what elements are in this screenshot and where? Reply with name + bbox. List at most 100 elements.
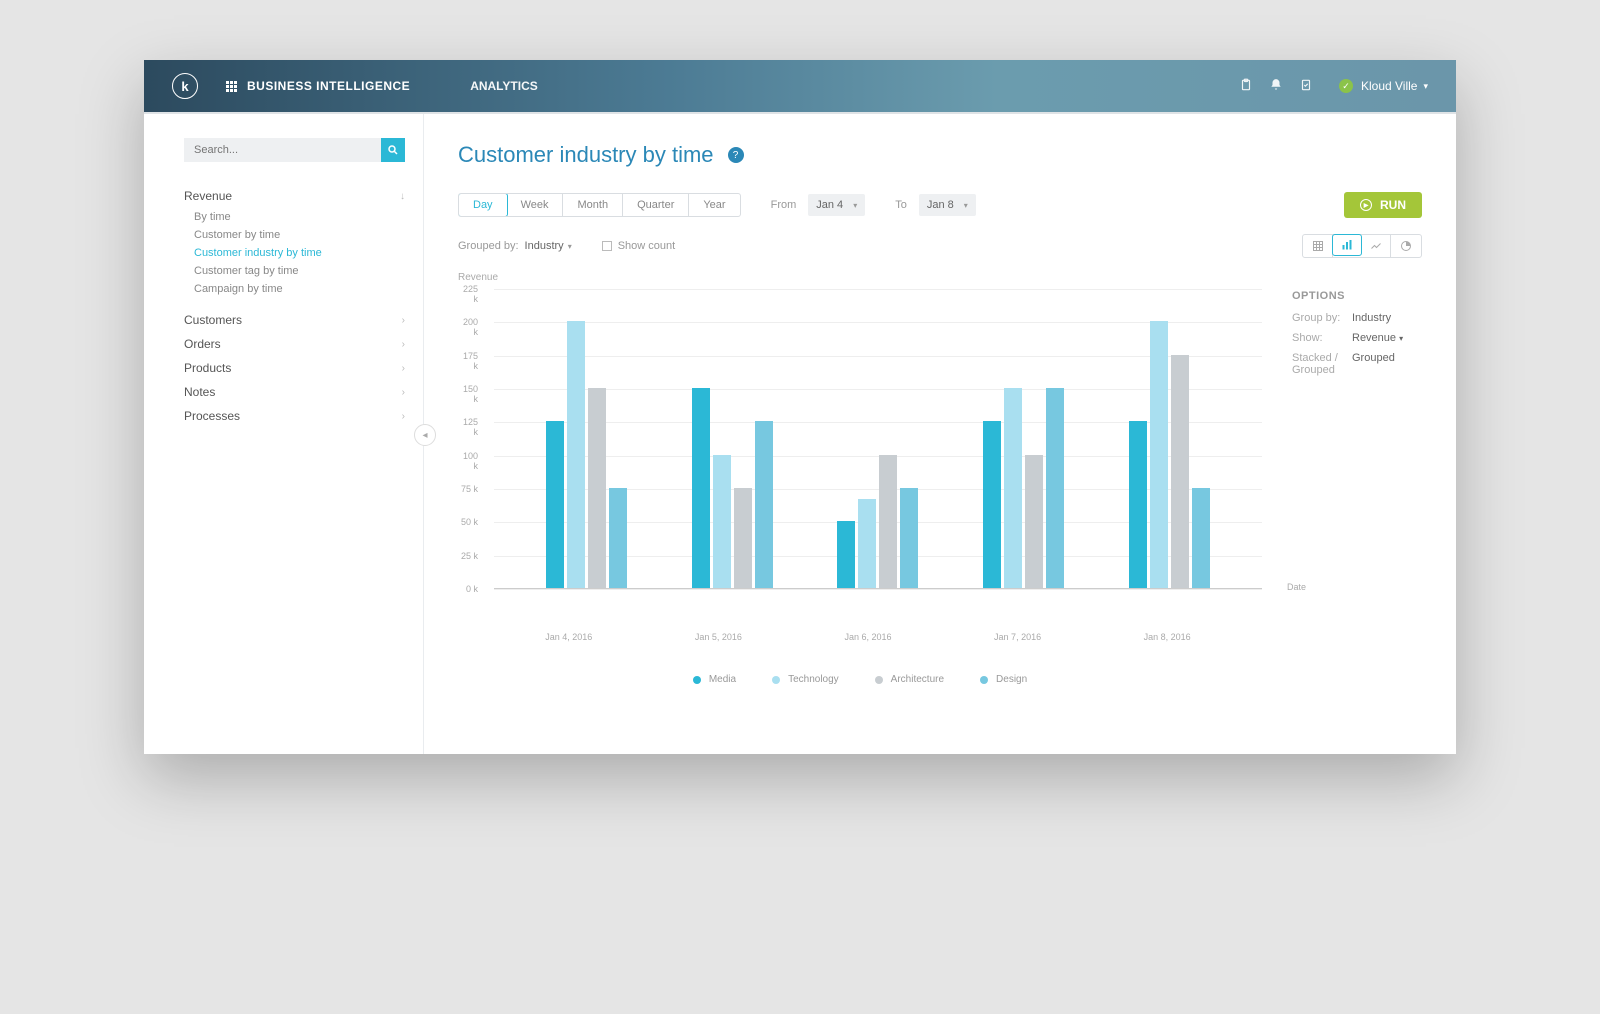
run-button[interactable]: ▶ RUN	[1344, 192, 1422, 218]
to-date-value: Jan 8	[927, 199, 954, 211]
bar[interactable]	[1025, 455, 1043, 588]
apps-grid-icon[interactable]	[226, 81, 237, 92]
view-bar-icon[interactable]	[1332, 234, 1362, 256]
bar[interactable]	[692, 388, 710, 588]
option-row: Group by:Industry	[1292, 312, 1422, 324]
period-month[interactable]: Month	[563, 194, 623, 216]
bar[interactable]	[1046, 388, 1064, 588]
nav-item[interactable]: Customer tag by time	[194, 262, 405, 280]
bar[interactable]	[588, 388, 606, 588]
bell-icon[interactable]	[1269, 78, 1283, 95]
option-key: Group by:	[1292, 312, 1352, 324]
legend-item[interactable]: Design	[980, 674, 1027, 685]
bar[interactable]	[837, 521, 855, 588]
play-icon: ▶	[1360, 199, 1372, 211]
sidebar: Revenue↓By timeCustomer by timeCustomer …	[144, 114, 424, 754]
nav-category-revenue[interactable]: Revenue↓	[184, 184, 405, 208]
plot: Date	[494, 289, 1262, 589]
nav-category-products[interactable]: Products›	[184, 356, 405, 380]
grouped-by-label: Grouped by:	[458, 240, 519, 252]
y-tick-label: 225 k	[458, 284, 478, 304]
option-value: Industry	[1352, 312, 1391, 324]
bar-group	[692, 388, 773, 588]
nav-item[interactable]: Campaign by time	[194, 280, 405, 298]
bar[interactable]	[546, 421, 564, 588]
nav-category-customers[interactable]: Customers›	[184, 308, 405, 332]
bar[interactable]	[1192, 488, 1210, 588]
app-name: BUSINESS INTELLIGENCE	[247, 79, 410, 93]
y-tick-label: 150 k	[458, 384, 478, 404]
nav-item[interactable]: Customer industry by time	[194, 244, 405, 262]
legend-swatch	[693, 676, 701, 684]
period-quarter[interactable]: Quarter	[623, 194, 689, 216]
main-content: Customer industry by time ? DayWeekMonth…	[424, 114, 1456, 754]
x-axis: Jan 4, 2016 Jan 5, 2016 Jan 6, 2016 Jan 7, …	[458, 622, 1262, 642]
bar-group	[837, 455, 918, 588]
legend-swatch	[772, 676, 780, 684]
show-count-label: Show count	[618, 240, 675, 252]
y-tick-label: 175 k	[458, 351, 478, 371]
nav-analytics[interactable]: ANALYTICS	[470, 79, 538, 93]
bar[interactable]	[983, 421, 1001, 588]
view-table-icon[interactable]	[1303, 235, 1333, 257]
bar[interactable]	[858, 499, 876, 588]
bar[interactable]	[1150, 321, 1168, 588]
y-tick-label: 25 k	[461, 551, 478, 561]
period-day[interactable]: Day	[458, 193, 508, 217]
bar[interactable]	[567, 321, 585, 588]
nav-category-orders[interactable]: Orders›	[184, 332, 405, 356]
view-line-icon[interactable]	[1361, 235, 1391, 257]
bar[interactable]	[734, 488, 752, 588]
bar[interactable]	[609, 488, 627, 588]
option-key: Stacked / Grouped	[1292, 352, 1352, 376]
bar[interactable]	[1004, 388, 1022, 588]
chevron-right-icon: ›	[402, 411, 405, 422]
bar[interactable]	[1129, 421, 1147, 588]
chevron-right-icon: ›	[402, 363, 405, 374]
period-year[interactable]: Year	[689, 194, 739, 216]
x-tick-label: Jan 4, 2016	[519, 632, 619, 642]
show-count-checkbox[interactable]	[602, 241, 612, 251]
search-button[interactable]	[381, 138, 405, 162]
legend-item[interactable]: Architecture	[875, 674, 944, 685]
legend: Media Technology Architecture Design	[458, 674, 1262, 685]
clipboard-icon[interactable]	[1239, 78, 1253, 95]
help-icon[interactable]: ?	[728, 147, 744, 163]
sidebar-collapse-handle[interactable]: ◂	[414, 424, 436, 446]
x-tick-label: Jan 8, 2016	[1117, 632, 1217, 642]
x-axis-title: Date	[1287, 582, 1306, 592]
x-tick-label: Jan 6, 2016	[818, 632, 918, 642]
period-week[interactable]: Week	[507, 194, 564, 216]
legend-item[interactable]: Media	[693, 674, 736, 685]
view-pie-icon[interactable]	[1391, 235, 1421, 257]
to-label: To	[895, 199, 907, 211]
nav-category-processes[interactable]: Processes›	[184, 404, 405, 428]
option-key: Show:	[1292, 332, 1352, 344]
bar[interactable]	[755, 421, 773, 588]
chevron-right-icon: ›	[402, 339, 405, 350]
bar[interactable]	[1171, 355, 1189, 588]
run-label: RUN	[1380, 198, 1406, 212]
to-date-picker[interactable]: Jan 8 ▾	[919, 194, 976, 216]
grouped-by-dropdown[interactable]: ▾	[568, 242, 572, 251]
legend-label: Media	[709, 674, 736, 685]
legend-swatch	[980, 676, 988, 684]
bar[interactable]	[879, 455, 897, 588]
legend-item[interactable]: Technology	[772, 674, 839, 685]
bar[interactable]	[900, 488, 918, 588]
bar[interactable]	[713, 455, 731, 588]
y-tick-label: 75 k	[461, 484, 478, 494]
search-input[interactable]	[184, 138, 381, 162]
nav-item[interactable]: Customer by time	[194, 226, 405, 244]
option-value[interactable]: Revenue ▾	[1352, 332, 1403, 344]
nav-category-notes[interactable]: Notes›	[184, 380, 405, 404]
x-tick-label: Jan 7, 2016	[968, 632, 1068, 642]
tasks-icon[interactable]	[1299, 78, 1313, 95]
nav-item[interactable]: By time	[194, 208, 405, 226]
user-name: Kloud Ville	[1361, 79, 1417, 93]
x-tick-label: Jan 5, 2016	[668, 632, 768, 642]
user-menu[interactable]: ✓ Kloud Ville ▾	[1339, 79, 1428, 93]
option-value: Grouped	[1352, 352, 1395, 376]
from-date-picker[interactable]: Jan 4 ▾	[808, 194, 865, 216]
logo-icon[interactable]: k	[172, 73, 198, 99]
